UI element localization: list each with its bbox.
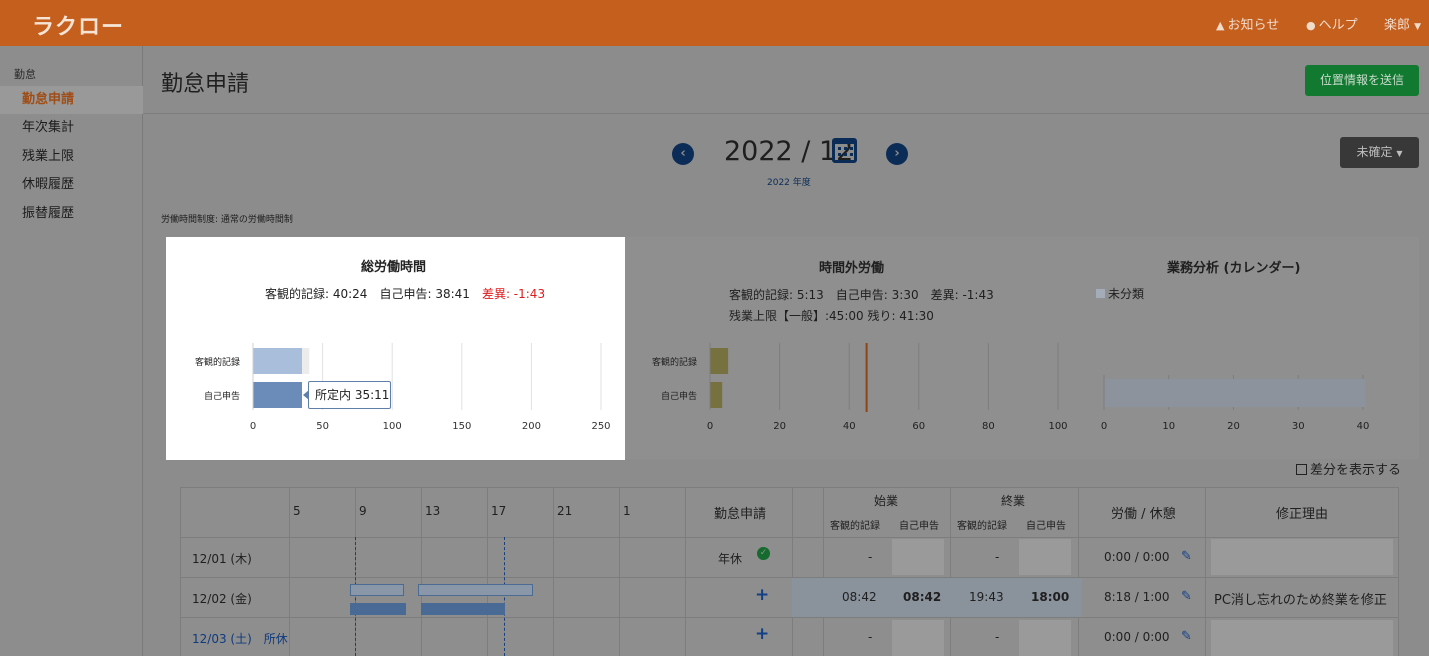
reason-input[interactable] [1211,620,1393,656]
x-tick-label: 100 [383,421,402,432]
show-diff-checkbox[interactable]: 差分を表示する [1296,459,1401,478]
x-tick-label: 80 [982,421,995,432]
col-end: 終業 [1001,494,1026,508]
col-start: 始業 [874,494,899,508]
x-tick-label: 50 [316,421,329,432]
timeline-bar [421,603,505,615]
start-objective: 08:42 [842,590,877,604]
x-tick-label: 0 [707,421,713,432]
hour-label: 9 [359,504,367,518]
bar [253,348,302,374]
start-self-input[interactable] [892,539,944,575]
x-tick-label: 10 [1162,421,1175,432]
x-tick-label: 20 [773,421,786,432]
col-work-break: 労働 / 休憩 [1111,507,1176,522]
timeline-bar [350,603,406,615]
y-category-label: 自己申告 [204,390,240,402]
pencil-icon[interactable]: ✎ [1181,629,1192,644]
end-self-input[interactable] [1019,539,1071,575]
hour-label: 1 [623,504,631,518]
end-objective: 19:43 [969,590,1004,604]
end-objective: - [995,630,1000,644]
x-tick-label: 0 [1101,421,1107,432]
col-start-objective: 客観的記録 [830,521,880,532]
check-circle-icon: ✓ [757,547,770,560]
start-objective: - [868,630,873,644]
row-date[interactable]: 12/01 (木) [192,550,252,567]
start-self[interactable]: 08:42 [903,590,941,604]
bar [710,382,723,408]
col-request: 勤怠申請 [714,507,767,522]
x-tick-label: 250 [591,421,610,432]
work-break: 0:00 / 0:00 [1104,630,1170,644]
start-objective: - [868,550,873,564]
bar [253,382,302,408]
y-category-label: 客観的記録 [195,356,240,368]
add-request-button[interactable]: + [755,585,769,605]
pencil-icon[interactable]: ✎ [1181,589,1192,604]
x-tick-label: 40 [1357,421,1370,432]
x-tick-label: 0 [250,421,256,432]
y-category-label: 客観的記録 [652,356,697,368]
attendance-table: 5 9 13 17 21 1 勤怠申請 始業 終業 客観的記録 自己申告 客観的… [180,487,1399,656]
timeline-bar [418,584,533,596]
checkbox-icon [1296,464,1307,475]
end-self-input[interactable] [1019,620,1071,656]
start-self-input[interactable] [892,620,944,656]
timeline-bar [350,584,404,596]
row-date[interactable]: 12/02 (金) [192,590,252,607]
x-tick-label: 100 [1048,421,1067,432]
bar [1104,379,1366,407]
col-reason: 修正理由 [1276,507,1329,522]
row-date[interactable]: 12/03 (土) 所休 [192,630,288,647]
add-request-button[interactable]: + [755,624,769,644]
bar-overtime [301,348,310,374]
chart-tooltip: 所定内 35:11 [303,381,391,409]
col-end-self: 自己申告 [1026,521,1066,532]
x-tick-label: 150 [452,421,471,432]
bar [710,348,729,374]
y-category-label: 自己申告 [661,390,697,402]
end-self[interactable]: 18:00 [1031,590,1069,604]
x-tick-label: 20 [1227,421,1240,432]
reason-text[interactable]: PC消し忘れのため終業を修正 [1214,589,1387,608]
x-tick-label: 200 [522,421,541,432]
work-break: 8:18 / 1:00 [1104,590,1170,604]
hour-label: 17 [491,504,507,518]
x-tick-label: 60 [912,421,925,432]
hour-label: 5 [293,504,301,518]
x-tick-label: 40 [843,421,856,432]
row-request: 年休 [718,552,743,566]
hour-label: 13 [425,504,441,518]
hour-label: 21 [557,504,573,518]
end-objective: - [995,550,1000,564]
pencil-icon[interactable]: ✎ [1181,549,1192,564]
work-break: 0:00 / 0:00 [1104,550,1170,564]
x-tick-label: 30 [1292,421,1305,432]
col-end-objective: 客観的記録 [957,521,1007,532]
reason-input[interactable] [1211,539,1393,575]
col-start-self: 自己申告 [899,521,939,532]
